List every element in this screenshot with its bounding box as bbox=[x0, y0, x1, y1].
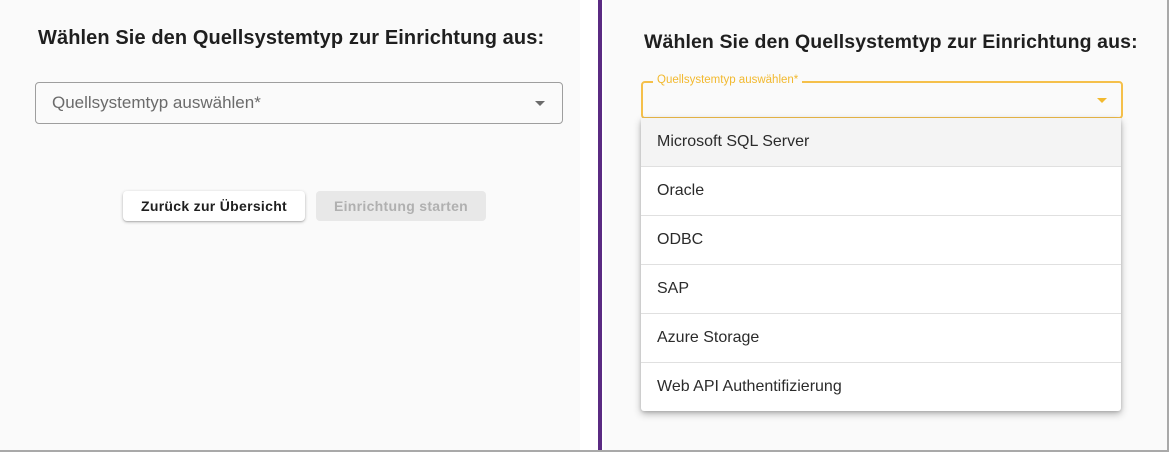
source-type-select-open[interactable]: Quellsystemtyp auswählen* bbox=[641, 74, 1123, 119]
back-to-overview-button[interactable]: Zurück zur Übersicht bbox=[123, 191, 305, 221]
left-panel: Wählen Sie den Quellsystemtyp zur Einric… bbox=[0, 0, 580, 450]
option-azure-storage[interactable]: Azure Storage bbox=[641, 314, 1121, 363]
right-panel: Wählen Sie den Quellsystemtyp zur Einric… bbox=[604, 0, 1167, 450]
select-placeholder: Quellsystemtyp auswählen* bbox=[52, 93, 261, 112]
page-title: Wählen Sie den Quellsystemtyp zur Einric… bbox=[38, 27, 545, 49]
page-title: Wählen Sie den Quellsystemtyp zur Einric… bbox=[644, 31, 1138, 53]
screenshot-frame: Wählen Sie den Quellsystemtyp zur Einric… bbox=[0, 0, 1169, 452]
start-setup-button[interactable]: Einrichtung starten bbox=[316, 191, 486, 221]
option-microsoft-sql-server[interactable]: Microsoft SQL Server bbox=[641, 118, 1121, 167]
source-type-select[interactable]: Quellsystemtyp auswählen* bbox=[35, 82, 563, 124]
dropdown-arrow-icon bbox=[535, 101, 545, 106]
option-odbc[interactable]: ODBC bbox=[641, 216, 1121, 265]
panel-divider bbox=[598, 0, 602, 450]
dropdown-arrow-icon bbox=[1097, 98, 1107, 103]
source-type-options-menu: Microsoft SQL Server Oracle ODBC SAP Azu… bbox=[641, 118, 1121, 411]
option-web-api-authentifizierung[interactable]: Web API Authentifizierung bbox=[641, 363, 1121, 411]
option-sap[interactable]: SAP bbox=[641, 265, 1121, 314]
option-oracle[interactable]: Oracle bbox=[641, 167, 1121, 216]
select-floating-label: Quellsystemtyp auswählen* bbox=[653, 74, 803, 86]
